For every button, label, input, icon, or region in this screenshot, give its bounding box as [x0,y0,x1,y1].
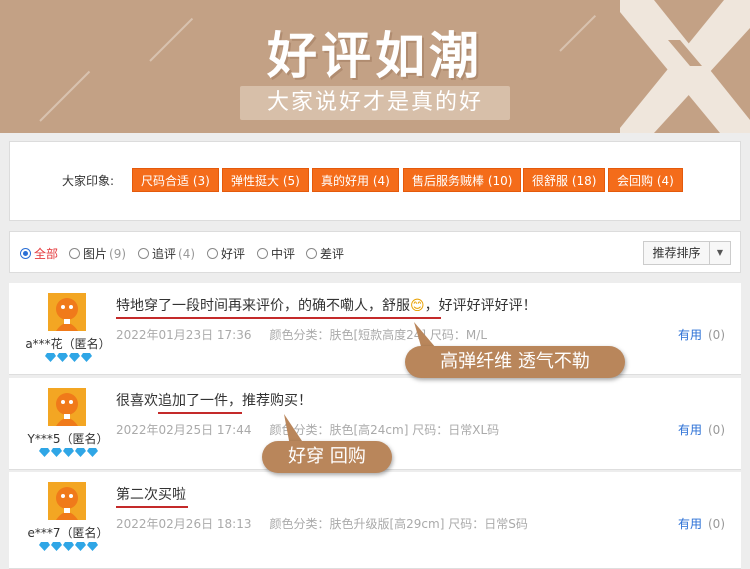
user-level-gems [9,353,127,362]
useful-label: 有用 [677,328,702,342]
filter-images[interactable]: 图片 (9) [69,245,126,262]
review-date: 2022年02月25日 17:44 [116,423,252,437]
radio-icon [257,248,268,259]
useful-button[interactable]: 有用 (0) [678,515,725,532]
impression-label: 大家印象: [62,174,115,188]
useful-button[interactable]: 有用 (0) [678,326,725,343]
diamond-icon [62,448,74,457]
radio-icon [20,248,31,259]
banner-subtitle: 大家说好才是真的好 [266,90,483,115]
x-logo-icon [620,0,750,133]
chevron-down-icon: ▼ [716,248,724,257]
radio-icon [138,248,149,259]
diamond-icon [68,353,80,362]
diamond-icon [62,542,74,551]
review-row: e***7（匿名） 第二次买啦 2022年02月26日 18:13 颜色分类：肤色… [9,472,741,569]
radio-icon [306,248,317,259]
impression-tag[interactable]: 很舒服 (18) [523,168,606,192]
highlight-underline [116,317,441,319]
review-text-part: 很喜欢追加了一件，推荐购买！ [116,393,312,409]
useful-count: (0) [708,328,725,342]
filter-count: (9) [109,246,127,261]
diamond-icon [38,542,50,551]
filter-negative[interactable]: 差评 [306,245,344,262]
username: a***花（匿名） [25,337,111,351]
user-level-gems [9,542,127,551]
filter-bar: 全部 图片 (9) 追评 (4) 好评 中评 差评 推荐排序 ▼ [9,231,741,273]
impression-tag[interactable]: 弹性挺大 (5) [222,168,309,192]
review-text-part: 第二次买啦 [116,487,186,503]
filter-label: 图片 [83,247,108,261]
impression-panel: 大家印象: 尺码合适 (3) 弹性挺大 (5) 真的好用 (4) 售后服务贼棒 … [9,141,741,221]
banner: 好评如潮 大家说好才是真的好 [0,0,750,133]
impression-tag[interactable]: 尺码合适 (3) [132,168,219,192]
filter-label: 全部 [34,247,59,261]
review-row: a***花（匿名） 特地穿了一段时间再来评价，的确不嘞人，舒服😊，好评好评好评！… [9,283,741,375]
avatar [48,293,86,331]
diamond-icon [86,448,98,457]
banner-subtitle-box: 大家说好才是真的好 [240,86,510,120]
review-text-part: ，好评好评好评！ [424,298,537,314]
filter-label: 中评 [271,247,296,261]
sort-dropdown[interactable]: 推荐排序 ▼ [643,241,731,265]
review-sku: 颜色分类：肤色升级版[高29cm] 尺码：日常S码 [269,517,528,531]
diamond-icon [80,353,92,362]
diamond-icon [86,542,98,551]
sort-label: 推荐排序 [644,242,710,264]
diamond-icon [56,353,68,362]
filter-label: 追评 [152,247,177,261]
highlight-underline [158,412,242,414]
filter-label: 差评 [320,247,345,261]
filter-count: (4) [178,246,196,261]
callout-bubble: 高弹纤维 透气不勒 [405,346,625,378]
filter-all[interactable]: 全部 [20,245,58,262]
review-meta: 2022年02月26日 18:13 颜色分类：肤色升级版[高29cm] 尺码：日常… [116,515,528,532]
smile-emoji-icon: 😊 [410,298,425,314]
diamond-icon [50,448,62,457]
callout-bubble: 好穿 回购 [262,441,392,473]
review-text: 特地穿了一段时间再来评价，的确不嘞人，舒服😊，好评好评好评！ [116,295,537,319]
review-sku: 颜色分类：肤色[短款高度24] 尺码：M/L [269,328,488,342]
impression-tag[interactable]: 真的好用 (4) [312,168,399,192]
filter-followup[interactable]: 追评 (4) [138,245,195,262]
useful-count: (0) [708,423,725,437]
useful-label: 有用 [677,517,702,531]
radio-icon [207,248,218,259]
useful-label: 有用 [677,423,702,437]
username: e***7（匿名） [27,526,109,540]
username: Y***5（匿名） [27,432,109,446]
radio-icon [69,248,80,259]
useful-count: (0) [708,517,725,531]
avatar [48,388,86,426]
diamond-icon [38,448,50,457]
review-text: 很喜欢追加了一件，推荐购买！ [116,390,312,414]
filter-neutral[interactable]: 中评 [257,245,295,262]
filter-positive[interactable]: 好评 [207,245,245,262]
user-level-gems [9,448,127,457]
diamond-icon [74,542,86,551]
diamond-icon [44,353,56,362]
review-date: 2022年01月23日 17:36 [116,328,252,342]
impression-tag[interactable]: 售后服务贼棒 (10) [403,168,522,192]
diamond-icon [74,448,86,457]
filter-label: 好评 [221,247,246,261]
avatar [48,482,86,520]
review-text-part: 特地穿了一段时间再来评价，的确不嘞人，舒服 [116,298,410,314]
impression-tag[interactable]: 会回购 (4) [608,168,683,192]
useful-button[interactable]: 有用 (0) [678,421,725,438]
review-text: 第二次买啦 [116,484,188,508]
diamond-icon [50,542,62,551]
highlight-underline [116,506,188,508]
review-date: 2022年02月26日 18:13 [116,517,252,531]
